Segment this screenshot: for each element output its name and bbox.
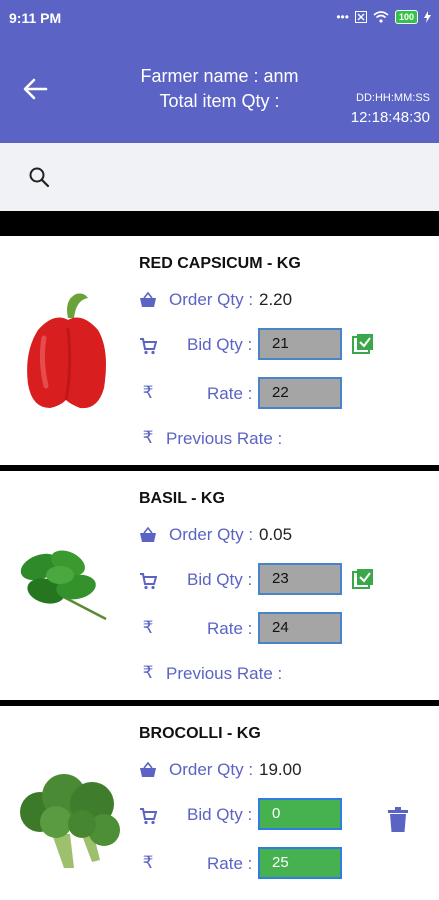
- rate-input[interactable]: 24: [258, 612, 342, 644]
- previous-rate-label: Previous Rate :: [166, 664, 283, 683]
- rupee-icon: ₹: [142, 383, 154, 402]
- rate-label: Rate :: [207, 619, 253, 638]
- rupee-icon: ₹: [142, 663, 154, 682]
- bid-qty-label: Bid Qty :: [187, 335, 253, 354]
- rupee-icon: ₹: [142, 853, 154, 872]
- cart-icon: [140, 338, 157, 355]
- order-qty-value: 19.00: [259, 760, 302, 779]
- search-bar[interactable]: [0, 143, 439, 211]
- rate-input[interactable]: 22: [258, 377, 342, 409]
- product-card: RED CAPSICUM - KG Order Qty : 2.20 Bid Q…: [0, 236, 439, 465]
- status-time: 9:11 PM: [9, 10, 62, 26]
- status-bar: 9:11 PM ••• 100: [0, 0, 439, 36]
- check-icon[interactable]: [352, 568, 374, 590]
- battery-icon: 100: [394, 10, 418, 24]
- order-qty-label: Order Qty :: [169, 760, 254, 779]
- rate-label: Rate :: [207, 384, 253, 403]
- order-qty-label: Order Qty :: [169, 525, 254, 544]
- rate-input[interactable]: 25: [258, 847, 342, 879]
- cart-icon: [140, 808, 157, 825]
- rupee-icon: ₹: [142, 428, 154, 447]
- product-card: BASIL - KG Order Qty : 0.05 Bid Qty : 23…: [0, 471, 439, 700]
- check-icon[interactable]: [352, 333, 374, 355]
- rate-label: Rate :: [207, 854, 253, 873]
- brocolli-image: [20, 774, 120, 868]
- bid-qty-input[interactable]: 21: [258, 328, 342, 360]
- product-title: BROCOLLI - KG: [139, 725, 261, 742]
- order-qty-value: 0.05: [259, 525, 293, 544]
- red-capsicum-image: [27, 293, 106, 409]
- charging-icon: [424, 11, 431, 23]
- product-card: BROCOLLI - KG Order Qty : 19.00 Bid Qty …: [0, 706, 439, 900]
- dots-icon: •••: [336, 10, 349, 24]
- basket-icon: [140, 526, 156, 542]
- bid-qty-label: Bid Qty :: [187, 570, 253, 589]
- countdown-label: DD:HH:MM:SS: [356, 92, 430, 104]
- status-icons: ••• 100: [336, 10, 431, 24]
- previous-rate-label: Previous Rate :: [166, 429, 283, 448]
- bid-qty-input[interactable]: 23: [258, 563, 342, 595]
- search-icon[interactable]: [28, 166, 50, 188]
- product-title: BASIL - KG: [139, 490, 225, 507]
- bid-qty-input[interactable]: 0: [258, 798, 342, 830]
- order-qty-value: 2.20: [259, 290, 293, 309]
- close-box-icon: [354, 11, 367, 23]
- wifi-icon: [373, 11, 389, 23]
- product-title: RED CAPSICUM - KG: [139, 255, 301, 272]
- basil-image: [20, 550, 107, 621]
- bid-qty-label: Bid Qty :: [187, 805, 253, 824]
- basket-icon: [140, 761, 156, 777]
- delete-icon[interactable]: [387, 807, 409, 833]
- farmer-name: Farmer name : anm: [140, 66, 299, 86]
- countdown-value: 12:18:48:30: [350, 109, 430, 126]
- order-qty-label: Order Qty :: [169, 290, 254, 309]
- basket-icon: [140, 291, 156, 307]
- app-bar: Farmer name : anm Total item Qty : DD:HH…: [0, 36, 439, 143]
- rupee-icon: ₹: [142, 618, 154, 637]
- cart-icon: [140, 573, 157, 590]
